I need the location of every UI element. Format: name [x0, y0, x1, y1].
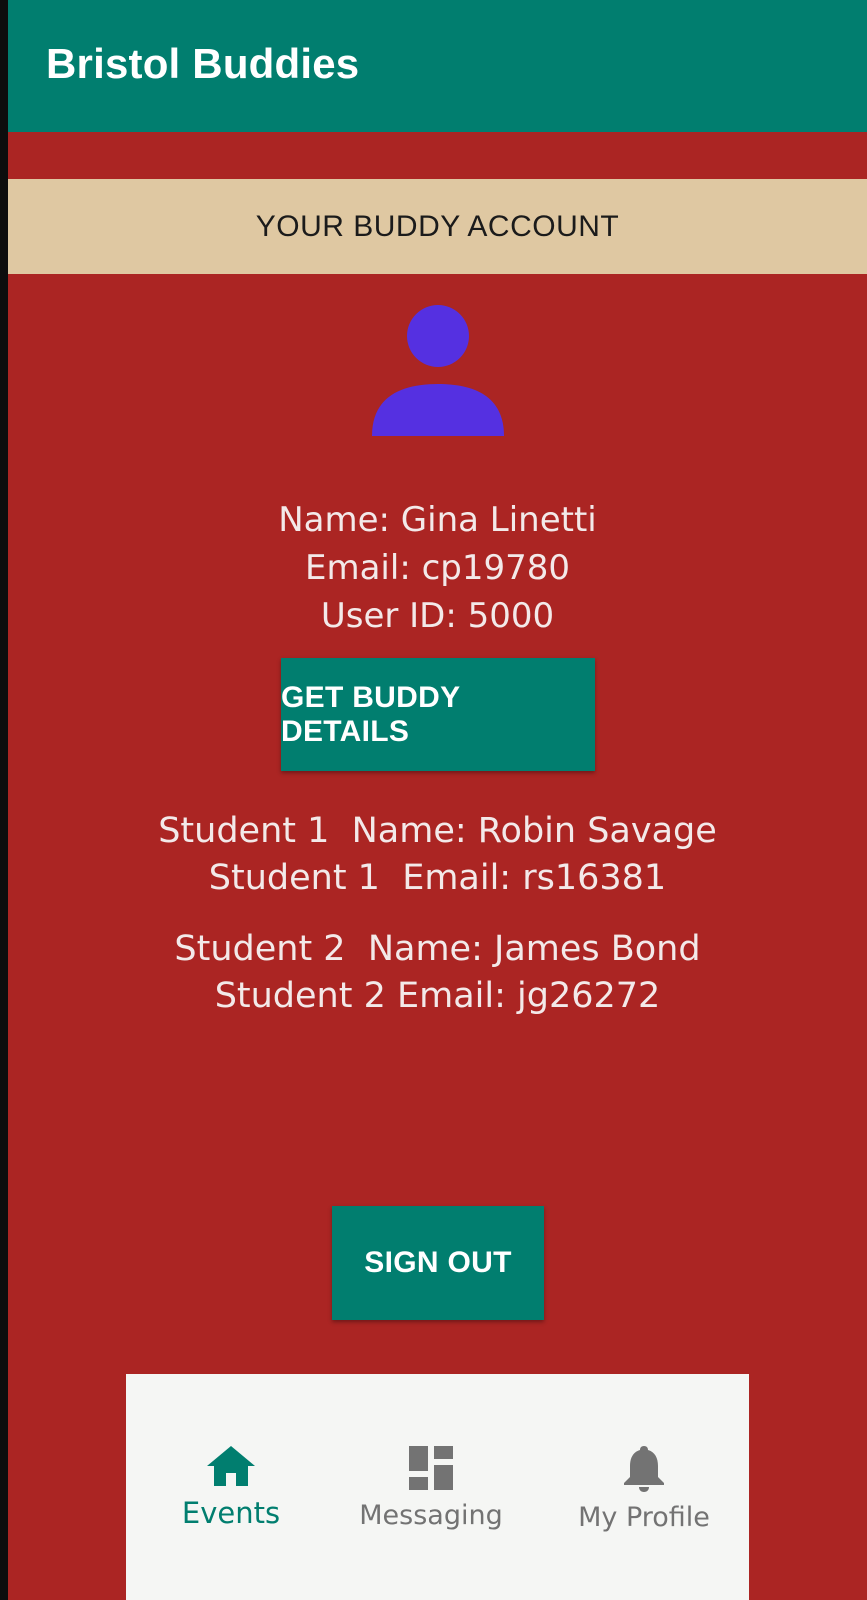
nav-item-my-profile[interactable]: My Profile	[559, 1374, 729, 1600]
nav-item-events[interactable]: Events	[156, 1374, 306, 1600]
student-1-name: Student 1 Name: Robin Savage	[158, 811, 717, 851]
account-banner: YOUR BUDDY ACCOUNT	[8, 179, 867, 274]
user-id: User ID: 5000	[320, 596, 555, 636]
nav-label-my-profile: My Profile	[578, 1502, 710, 1533]
student-2-name: Student 2 Name: James Bond	[174, 929, 701, 969]
user-name: Name: Gina Linetti	[278, 500, 597, 540]
student-2-info: Student 2 Name: James Bond Student 2 Ema…	[8, 926, 867, 1020]
account-banner-label: YOUR BUDDY ACCOUNT	[255, 209, 620, 243]
app-bar: Bristol Buddies	[8, 0, 867, 132]
screen-edge	[0, 0, 8, 1600]
person-icon	[372, 305, 504, 436]
nav-item-messaging[interactable]: Messaging	[341, 1374, 521, 1600]
bottom-navigation: Events Messaging My Profile	[126, 1374, 749, 1600]
dashboard-icon	[409, 1446, 453, 1490]
student-1-info: Student 1 Name: Robin Savage Student 1 E…	[8, 808, 867, 902]
get-buddy-details-button[interactable]: GET BUDDY DETAILS	[281, 658, 595, 771]
user-email: Email: cp19780	[304, 548, 571, 588]
home-icon	[207, 1446, 255, 1486]
student-1-email: Student 1 Email: rs16381	[208, 858, 667, 898]
bell-icon	[624, 1446, 664, 1492]
user-info: Name: Gina Linetti Email: cp19780 User I…	[8, 496, 867, 640]
nav-label-messaging: Messaging	[359, 1500, 503, 1531]
student-2-email: Student 2 Email: jg26272	[214, 976, 661, 1016]
nav-label-events: Events	[181, 1496, 281, 1530]
app-title: Bristol Buddies	[46, 40, 360, 87]
sign-out-button[interactable]: SIGN OUT	[332, 1206, 544, 1320]
